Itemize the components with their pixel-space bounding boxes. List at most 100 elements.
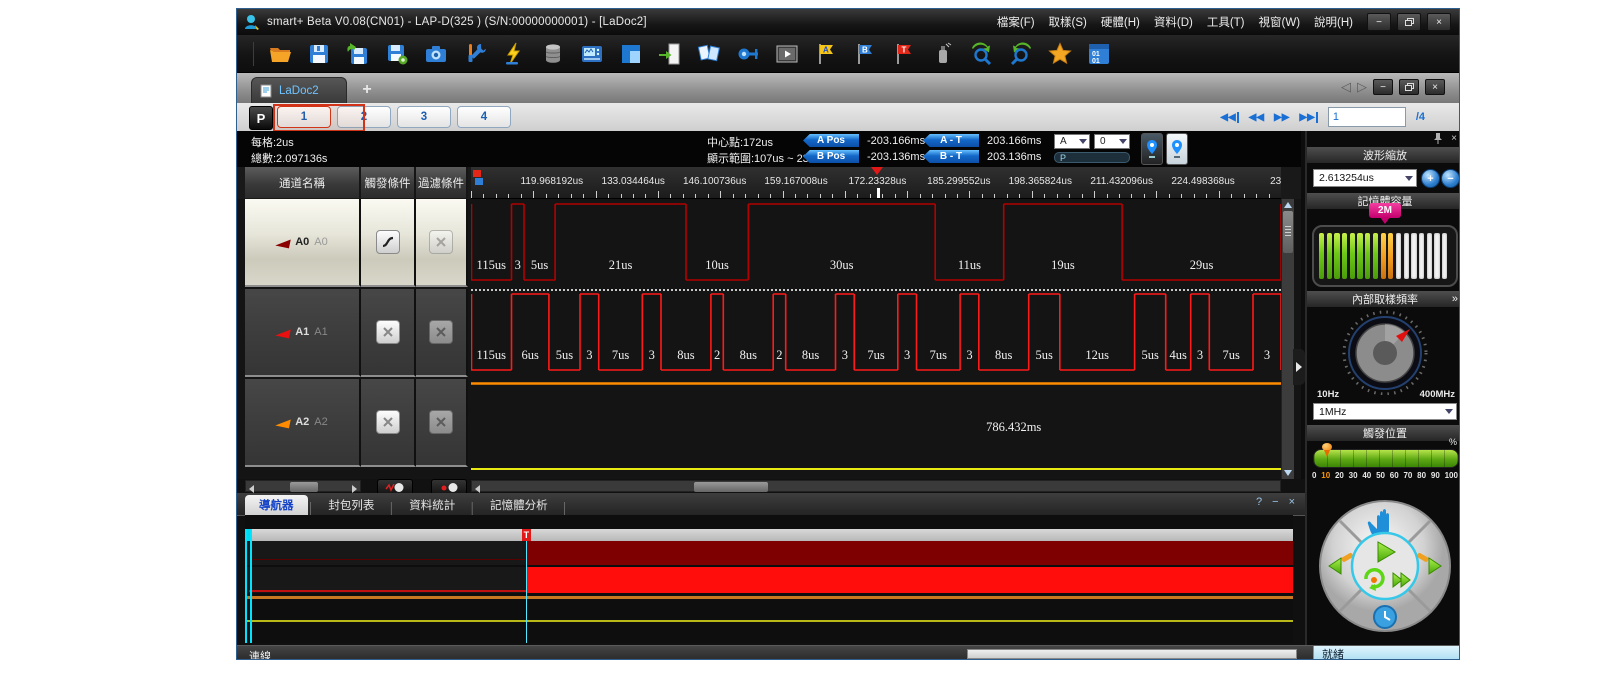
trigger-cell-a2[interactable] bbox=[361, 379, 416, 467]
channel-name-cell-a0[interactable]: A0A0 bbox=[245, 199, 361, 287]
sample-rate-knob[interactable] bbox=[1307, 309, 1460, 395]
bus-analyzer-icon[interactable] bbox=[735, 41, 761, 67]
page-number-input[interactable] bbox=[1328, 107, 1406, 127]
waveform-a0[interactable]: 115us35us21us10us30us11us19us29us bbox=[471, 201, 1281, 287]
vertical-scrollbar[interactable] bbox=[1281, 199, 1294, 479]
trigger-edge-icon[interactable] bbox=[376, 230, 400, 254]
marker-select[interactable]: A bbox=[1054, 134, 1090, 149]
zoom-out-button[interactable]: − bbox=[1441, 169, 1460, 188]
navigator-view[interactable]: T bbox=[245, 515, 1293, 643]
b-t-tag[interactable]: B - T bbox=[923, 150, 979, 163]
column-filter-condition[interactable]: 過濾條件 bbox=[416, 167, 468, 198]
menu-tools[interactable]: 工具(T) bbox=[1207, 14, 1245, 30]
first-page-button[interactable]: ◀◀ bbox=[1220, 112, 1238, 123]
tab-memory-analysis[interactable]: 記憶體分析 bbox=[476, 495, 562, 515]
zoom-in-button[interactable]: + bbox=[1421, 169, 1440, 188]
noise-marker-icon[interactable] bbox=[930, 41, 956, 67]
trigger-position-marker[interactable] bbox=[1322, 443, 1332, 457]
new-tab-button[interactable]: + bbox=[355, 80, 379, 100]
menu-data[interactable]: 資料(D) bbox=[1154, 14, 1193, 30]
zoom-redo-icon[interactable] bbox=[1008, 41, 1034, 67]
a-t-tag[interactable]: A - T bbox=[923, 134, 979, 147]
favorites-icon[interactable] bbox=[1047, 41, 1073, 67]
window-layout-icon[interactable] bbox=[618, 41, 644, 67]
pin-icon[interactable] bbox=[1433, 132, 1443, 144]
panel-close-icon[interactable]: × bbox=[1451, 133, 1457, 144]
filter-any-icon[interactable] bbox=[429, 410, 453, 434]
navigator-trigger-cursor[interactable] bbox=[526, 541, 527, 643]
menu-sample[interactable]: 取樣(S) bbox=[1049, 14, 1087, 30]
zoom-value-select[interactable]: 2.613254us bbox=[1313, 169, 1417, 187]
panel-help-button[interactable]: ? bbox=[1256, 496, 1262, 508]
page-button-3[interactable]: 3 bbox=[397, 106, 451, 128]
flag-a-icon[interactable]: A bbox=[813, 41, 839, 67]
vertical-scroll-thumb[interactable] bbox=[1283, 211, 1293, 253]
tab-ladoc2[interactable]: LaDoc2 bbox=[251, 77, 347, 103]
last-page-button[interactable]: ▶▶ bbox=[1299, 112, 1317, 123]
scroll-down-icon[interactable] bbox=[1284, 470, 1292, 476]
close-button[interactable]: × bbox=[1427, 13, 1451, 31]
tab-scroll-left-icon[interactable]: ◁ bbox=[1341, 79, 1351, 95]
waveform-a1[interactable]: 115us6us5us37us38us28us28us37us37us38us5… bbox=[471, 291, 1281, 377]
trigger-any-icon[interactable] bbox=[376, 320, 400, 344]
tab-packet-list[interactable]: 封包列表 bbox=[314, 495, 388, 515]
page-button-4[interactable]: 4 bbox=[457, 106, 511, 128]
panel-minimize-button[interactable]: − bbox=[1272, 496, 1278, 508]
device-panel-icon[interactable] bbox=[579, 41, 605, 67]
time-ruler[interactable]: 119.968192us133.034464us146.100736us159.… bbox=[471, 167, 1281, 199]
goto-b-pin-button[interactable] bbox=[1166, 133, 1188, 165]
more-icon[interactable]: » bbox=[1452, 293, 1458, 305]
trigger-cell-a0[interactable] bbox=[361, 199, 416, 287]
restore-button[interactable] bbox=[1397, 13, 1421, 31]
sample-rate-select[interactable]: 1MHz bbox=[1313, 403, 1457, 420]
channel-name-cell-a1[interactable]: A1A1 bbox=[245, 289, 361, 377]
filter-cell-a2[interactable] bbox=[416, 379, 468, 467]
zoom-undo-icon[interactable] bbox=[969, 41, 995, 67]
trigger-position-bar[interactable] bbox=[1313, 449, 1459, 468]
save-settings-icon[interactable] bbox=[384, 41, 410, 67]
data-player-icon[interactable] bbox=[774, 41, 800, 67]
trigger-marker-icon[interactable] bbox=[871, 167, 883, 175]
panel-collapse-handle[interactable] bbox=[1293, 349, 1305, 385]
doc-minimize-button[interactable]: − bbox=[1373, 79, 1393, 95]
save-icon[interactable] bbox=[306, 41, 332, 67]
trigger-cell-a1[interactable] bbox=[361, 289, 416, 377]
tab-navigator[interactable]: 導航器 bbox=[245, 495, 308, 515]
a-pos-tag[interactable]: A Pos bbox=[803, 134, 859, 147]
tab-data-statistics[interactable]: 資料統計 bbox=[395, 495, 469, 515]
menu-file[interactable]: 檔案(F) bbox=[997, 14, 1035, 30]
channel-hscrollbar[interactable] bbox=[245, 480, 361, 492]
doc-restore-button[interactable] bbox=[1399, 79, 1419, 95]
navigator-ruler[interactable] bbox=[245, 529, 1293, 541]
auto-acquire-icon[interactable] bbox=[501, 41, 527, 67]
flag-t-icon[interactable]: T bbox=[891, 41, 917, 67]
page-mode-button[interactable]: P bbox=[249, 106, 273, 130]
numeric-display-icon[interactable]: 0101 bbox=[1086, 41, 1112, 67]
waveform-hscroll-thumb[interactable] bbox=[694, 482, 768, 492]
open-file-icon[interactable] bbox=[267, 41, 293, 67]
column-channel-name[interactable]: 通道名稱 bbox=[245, 167, 361, 198]
filter-cell-a0[interactable] bbox=[416, 199, 468, 287]
column-trigger-condition[interactable]: 觸發條件 bbox=[361, 167, 416, 198]
panel-close-button[interactable]: × bbox=[1289, 496, 1295, 508]
menu-window[interactable]: 視窗(W) bbox=[1259, 14, 1301, 30]
filter-any-icon[interactable] bbox=[429, 320, 453, 344]
prev-page-button[interactable]: ◀◀ bbox=[1249, 112, 1264, 123]
menu-hardware[interactable]: 硬體(H) bbox=[1101, 14, 1140, 30]
navigator-cursor-left-1[interactable] bbox=[245, 529, 247, 643]
menu-help[interactable]: 說明(H) bbox=[1314, 14, 1353, 30]
b-pos-tag[interactable]: B Pos bbox=[803, 150, 859, 163]
navigator-t-marker[interactable]: T bbox=[522, 529, 531, 541]
channel-hscroll-thumb[interactable] bbox=[290, 482, 318, 492]
screenshot-icon[interactable] bbox=[423, 41, 449, 67]
scroll-up-icon[interactable] bbox=[1284, 202, 1292, 208]
trigger-any-icon[interactable] bbox=[376, 410, 400, 434]
waveform-hscrollbar[interactable] bbox=[471, 480, 1281, 492]
hardware-settings-icon[interactable] bbox=[462, 41, 488, 67]
doc-close-button[interactable]: × bbox=[1425, 79, 1445, 95]
memory-gauge[interactable] bbox=[1312, 225, 1458, 287]
export-data-icon[interactable] bbox=[657, 41, 683, 67]
next-page-button[interactable]: ▶▶ bbox=[1274, 112, 1289, 123]
filter-cell-a1[interactable] bbox=[416, 289, 468, 377]
tab-scroll-right-icon[interactable]: ▷ bbox=[1357, 79, 1367, 95]
